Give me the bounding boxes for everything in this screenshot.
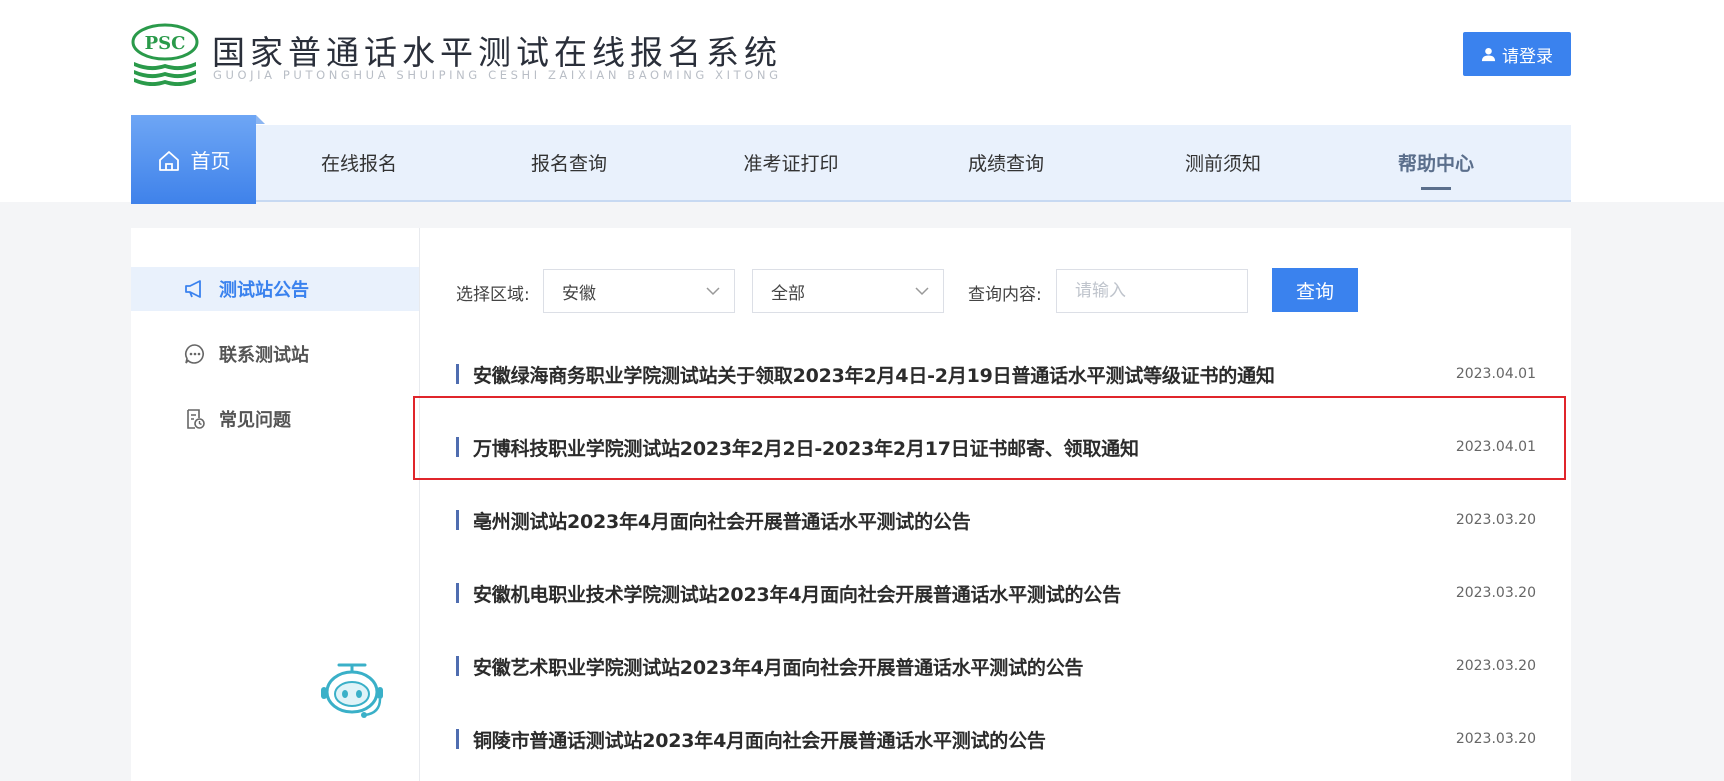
news-date: 2023.04.01 [1455, 366, 1536, 382]
sidebar-item-contact[interactable]: 联系测试站 [131, 332, 419, 376]
megaphone-icon [185, 280, 201, 298]
news-item[interactable]: 安徽机电职业技术学院测试站2023年4月面向社会开展普通话水平测试的公告 202… [456, 573, 1536, 613]
sidebar-item-announcements[interactable]: 测试站公告 [131, 267, 419, 311]
login-button[interactable]: 请登录 [1463, 32, 1571, 76]
robot-assistant-icon[interactable] [319, 659, 385, 721]
sidebar-item-label: 常见问题 [219, 410, 291, 431]
news-title[interactable]: 安徽机电职业技术学院测试站2023年4月面向社会开展普通话水平测试的公告 [473, 580, 1121, 607]
query-label: 查询内容: [968, 285, 1042, 305]
login-label: 请登录 [1502, 46, 1553, 67]
news-marker [456, 364, 459, 384]
site-subtitle: GUOJIA PUTONGHUA SHUIPING CESHI ZAIXIAN … [213, 68, 782, 82]
news-item[interactable]: 万博科技职业学院测试站2023年2月2日-2023年2月17日证书邮寄、领取通知… [456, 427, 1536, 467]
user-icon [1481, 47, 1496, 61]
news-title[interactable]: 万博科技职业学院测试站2023年2月2日-2023年2月17日证书邮寄、领取通知 [473, 434, 1139, 461]
nav-item-admission-print[interactable]: 准考证打印 [701, 125, 881, 200]
nav-item-help-center[interactable]: 帮助中心 [1356, 125, 1516, 200]
nav-item-home[interactable]: 首页 [131, 115, 265, 204]
sidebar-item-label: 测试站公告 [219, 280, 309, 301]
news-date: 2023.03.20 [1455, 731, 1536, 747]
news-title[interactable]: 铜陵市普通话测试站2023年4月面向社会开展普通话水平测试的公告 [473, 726, 1046, 753]
region-label: 选择区域: [456, 285, 530, 305]
document-clock-icon [187, 409, 205, 429]
chat-icon [184, 344, 204, 364]
news-marker [456, 510, 459, 530]
psc-logo: PSC [131, 23, 199, 86]
news-marker [456, 437, 459, 457]
news-marker [456, 583, 459, 603]
home-icon [158, 150, 179, 171]
news-item[interactable]: 安徽艺术职业学院测试站2023年4月面向社会开展普通话水平测试的公告 2023.… [456, 646, 1536, 686]
news-marker [456, 656, 459, 676]
news-marker [456, 729, 459, 749]
province-value: 安徽 [562, 283, 596, 304]
content-card: 测试站公告 联系测试站 常见问题 选择区域: 安徽 全部 查询内容: 请输入 查… [131, 228, 1571, 781]
query-button[interactable]: 查询 [1272, 268, 1358, 312]
logo-text: PSC [145, 33, 186, 54]
nav-item-label: 首页 [190, 149, 231, 173]
news-item[interactable]: 铜陵市普通话测试站2023年4月面向社会开展普通话水平测试的公告 2023.03… [456, 719, 1536, 759]
nav-item-register-query[interactable]: 报名查询 [489, 125, 649, 200]
news-date: 2023.03.20 [1455, 512, 1536, 528]
sidebar-item-label: 联系测试站 [219, 345, 309, 366]
city-value: 全部 [771, 283, 805, 304]
news-item[interactable]: 亳州测试站2023年4月面向社会开展普通话水平测试的公告 2023.03.20 [456, 500, 1536, 540]
news-date: 2023.03.20 [1455, 658, 1536, 674]
search-input[interactable] [1056, 269, 1248, 313]
news-title[interactable]: 安徽艺术职业学院测试站2023年4月面向社会开展普通话水平测试的公告 [473, 653, 1084, 680]
nav-item-pretest-notice[interactable]: 测前须知 [1143, 125, 1303, 200]
news-item[interactable]: 安徽绿海商务职业学院测试站关于领取2023年2月4日-2月19日普通话水平测试等… [456, 354, 1536, 394]
chevron-down-icon [915, 287, 929, 296]
news-title[interactable]: 亳州测试站2023年4月面向社会开展普通话水平测试的公告 [473, 507, 971, 534]
news-date: 2023.04.01 [1455, 439, 1536, 455]
chevron-down-icon [706, 287, 720, 296]
news-title[interactable]: 安徽绿海商务职业学院测试站关于领取2023年2月4日-2月19日普通话水平测试等… [473, 361, 1275, 388]
province-select[interactable]: 安徽 [543, 269, 735, 313]
site-title: 国家普通话水平测试在线报名系统 [212, 33, 782, 72]
sidebar-item-faq[interactable]: 常见问题 [131, 397, 419, 441]
nav-item-online-register[interactable]: 在线报名 [279, 125, 439, 200]
city-select[interactable]: 全部 [752, 269, 944, 313]
news-date: 2023.03.20 [1455, 585, 1536, 601]
main-nav: 首页 在线报名 报名查询 准考证打印 成绩查询 测前须知 帮助中心 [131, 115, 1571, 204]
nav-item-score-query[interactable]: 成绩查询 [926, 125, 1086, 200]
sidebar: 测试站公告 联系测试站 常见问题 [131, 228, 420, 781]
